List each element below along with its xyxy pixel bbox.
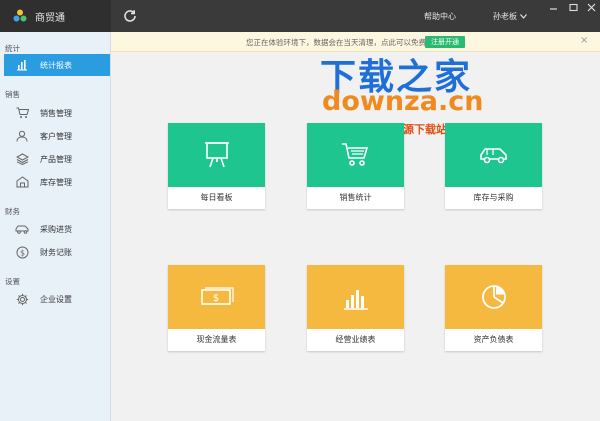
sidebar-item-label: 产品管理: [40, 154, 72, 164]
sidebar-item-label: 采购进货: [40, 224, 72, 234]
car-icon: [479, 148, 507, 164]
card-inventory-purchasing[interactable]: 库存与采购: [445, 123, 542, 209]
watermark-domain: downza.cn: [322, 86, 484, 117]
sidebar-item-label: 销售管理: [40, 108, 72, 118]
card-label: 现金流量表: [196, 335, 237, 344]
sidebar-item-label: 统计报表: [40, 60, 72, 70]
chevron-down-icon: [520, 14, 527, 19]
sidebar-item-label: 客户管理: [40, 131, 72, 141]
section-title-sales: 销售: [5, 90, 20, 99]
sidebar-item-sales-management[interactable]: 销售管理: [0, 102, 110, 124]
sidebar-item-customer-management[interactable]: 客户管理: [0, 125, 110, 147]
cart-icon: [341, 143, 368, 166]
card-face: [307, 123, 404, 187]
card-balance-sheet[interactable]: 资产负债表: [445, 265, 542, 351]
sidebar-item-company-settings[interactable]: 企业设置: [0, 288, 110, 310]
card-face: [445, 265, 542, 329]
section-title-finance: 财务: [5, 207, 20, 216]
app-title: 商贸通: [35, 12, 65, 24]
notice-text: 您正在体验环境下，数据会在当天清理，点此可以免费: [246, 38, 426, 47]
svg-text:$: $: [19, 248, 24, 257]
app-logo-icon: [13, 9, 27, 22]
car-icon: [15, 222, 29, 236]
card-sales-stats[interactable]: 销售统计: [307, 123, 404, 209]
user-name: 孙老板: [493, 12, 517, 21]
bar-chart-icon: [343, 290, 368, 310]
sidebar-item-stats-report[interactable]: 统计报表: [4, 54, 110, 76]
layers-icon: [15, 152, 29, 166]
svg-text:$: $: [212, 293, 218, 304]
sidebar: 统计 统计报表 销售 销售管理 客户管理 产品管理 库存管理 财务 采购进货 $…: [0, 32, 111, 421]
app-logo-area: 商贸通: [0, 0, 111, 32]
card-label: 销售统计: [339, 193, 372, 202]
card-business-performance[interactable]: 经营业绩表: [307, 265, 404, 351]
pie-chart-icon: [481, 285, 506, 309]
sidebar-item-product-management[interactable]: 产品管理: [0, 148, 110, 170]
sidebar-item-label: 财务记账: [40, 247, 72, 257]
card-label: 库存与采购: [473, 193, 514, 202]
top-bar: 商贸通 帮助中心 孙老板: [0, 0, 600, 32]
sidebar-item-bookkeeping[interactable]: $ 财务记账: [0, 241, 110, 263]
card-face: $: [168, 265, 265, 329]
close-window-icon[interactable]: [586, 3, 597, 12]
cart-icon: [15, 106, 29, 120]
card-label: 资产负债表: [473, 335, 514, 344]
section-title-stats: 统计: [5, 44, 20, 53]
card-face: [168, 123, 265, 187]
card-label: 每日看板: [200, 193, 233, 202]
warehouse-icon: [15, 175, 29, 189]
close-notice-icon[interactable]: ×: [580, 36, 588, 46]
user-icon: [15, 129, 29, 143]
gear-icon: [15, 292, 29, 306]
register-button[interactable]: 注册开通: [425, 36, 465, 48]
card-face: [307, 265, 404, 329]
user-menu[interactable]: 孙老板: [493, 11, 527, 22]
sidebar-item-purchasing[interactable]: 采购进货: [0, 218, 110, 240]
refresh-icon[interactable]: [122, 8, 138, 24]
bar-chart-icon: [15, 58, 29, 72]
card-cash-flow[interactable]: $ 现金流量表: [168, 265, 265, 351]
card-label: 经营业绩表: [335, 335, 376, 344]
help-center-link[interactable]: 帮助中心: [424, 11, 456, 22]
dollar-icon: $: [15, 245, 29, 259]
maximize-icon[interactable]: [568, 3, 579, 12]
banknote-icon: $: [200, 287, 234, 305]
presentation-board-icon: [204, 142, 229, 168]
sidebar-item-inventory-management[interactable]: 库存管理: [0, 171, 110, 193]
card-face: [445, 123, 542, 187]
section-title-settings: 设置: [5, 277, 20, 286]
sidebar-item-label: 库存管理: [40, 177, 72, 187]
card-daily-dashboard[interactable]: 每日看板: [168, 123, 265, 209]
sidebar-item-label: 企业设置: [40, 294, 72, 304]
minimize-icon[interactable]: [548, 3, 559, 12]
